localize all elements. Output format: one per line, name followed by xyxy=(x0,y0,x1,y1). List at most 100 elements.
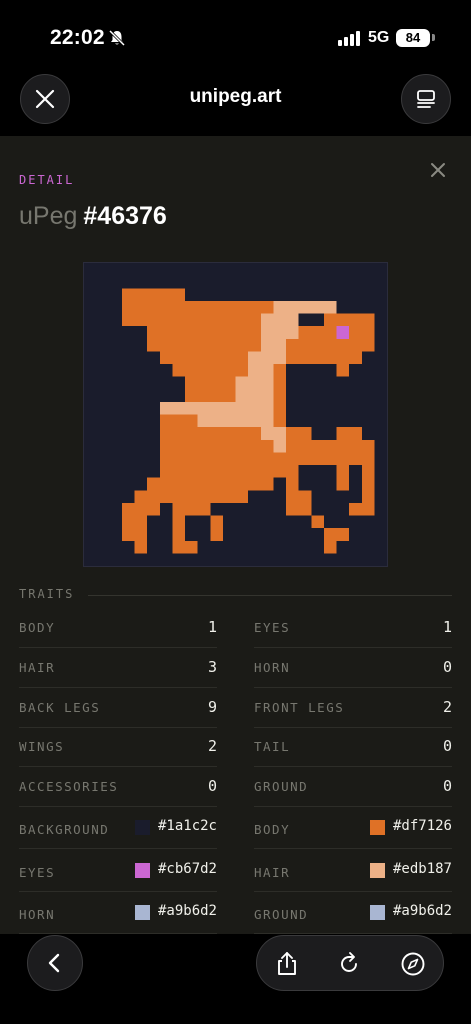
tabs-menu-button[interactable] xyxy=(401,74,451,124)
pixel xyxy=(159,401,249,415)
color-trait-row: EYES #cb67d2 xyxy=(19,849,217,892)
pixel xyxy=(361,490,375,503)
pixel xyxy=(336,465,350,478)
pixel xyxy=(323,528,350,541)
pixel xyxy=(286,477,299,491)
bell-slash-icon xyxy=(108,29,126,47)
color-trait-row: BODY #df7126 xyxy=(254,806,452,849)
trait-value: 0 xyxy=(442,657,452,676)
trait-name: BACK LEGS xyxy=(19,699,101,715)
trait-value: 1 xyxy=(442,618,452,636)
pixel xyxy=(121,515,148,529)
pixel xyxy=(286,439,375,453)
color-swatch xyxy=(369,862,385,878)
pixel xyxy=(248,401,274,415)
action-pill xyxy=(256,935,444,991)
color-swatch xyxy=(134,905,150,920)
trait-row: TAIL 0 xyxy=(254,727,452,768)
pixel xyxy=(286,502,312,516)
reload-button[interactable] xyxy=(335,950,363,978)
color-swatch xyxy=(369,905,385,920)
trait-row: WINGS 2 xyxy=(19,727,217,768)
pixel xyxy=(323,326,337,339)
pixel xyxy=(134,490,249,503)
back-button[interactable] xyxy=(27,935,83,991)
pixel xyxy=(273,414,286,428)
trait-value: 9 xyxy=(207,697,217,716)
trait-row: GROUND 0 xyxy=(254,767,452,808)
detail-page: DETAIL uPeg #46376 TRAITS BODY 1 EYES 1 HAIR 3… xyxy=(0,136,471,934)
pixel xyxy=(172,502,211,516)
trait-name: EYES xyxy=(19,864,56,880)
trait-value: 0 xyxy=(442,737,452,756)
pixel xyxy=(286,351,362,364)
pixel xyxy=(159,465,299,478)
trait-name: GROUND xyxy=(254,907,309,922)
pixel xyxy=(260,427,286,440)
pixel xyxy=(273,389,286,402)
pixel xyxy=(210,528,223,541)
trait-name: FRONT LEGS xyxy=(254,699,345,715)
trait-name: HAIR xyxy=(254,864,291,880)
traits-heading: TRAITS xyxy=(19,587,75,601)
pixel xyxy=(311,515,324,529)
pixel xyxy=(172,364,261,377)
pixel xyxy=(273,376,286,390)
trait-value: 2 xyxy=(207,737,217,756)
battery-level: 84 xyxy=(396,29,430,47)
pixel xyxy=(185,389,236,402)
trait-value: #df7126 xyxy=(392,818,452,834)
trait-row: BACK LEGS 9 xyxy=(19,688,217,728)
chevron-left-icon xyxy=(48,953,60,973)
reload-icon xyxy=(341,952,357,972)
trait-row: ACCESSORIES 0 xyxy=(19,767,217,808)
share-button[interactable] xyxy=(273,950,301,978)
pixel xyxy=(235,389,274,402)
trait-row: HAIR 3 xyxy=(19,648,217,688)
compass-icon xyxy=(401,952,425,976)
close-detail-icon[interactable] xyxy=(428,160,448,180)
pegasus-image xyxy=(121,288,375,554)
trait-name: TAIL xyxy=(254,739,291,755)
browser-header: unipeg.art xyxy=(0,72,471,136)
trait-value: 1 xyxy=(207,618,217,636)
color-swatch xyxy=(369,820,385,835)
pixel xyxy=(248,414,274,428)
trait-row: EYES 1 xyxy=(254,608,452,648)
trait-name: ACCESSORIES xyxy=(19,779,119,795)
trait-value: #a9b6d2 xyxy=(157,903,217,919)
trait-value: 0 xyxy=(207,777,217,796)
pixel xyxy=(260,326,299,339)
pixel xyxy=(172,528,185,541)
pixel xyxy=(273,439,286,453)
pixel xyxy=(298,326,324,339)
title-prefix: uPeg xyxy=(19,202,78,230)
title-number: #46376 xyxy=(83,202,167,230)
pegasus-artwork xyxy=(83,262,388,567)
pixel xyxy=(159,414,198,428)
detail-eyebrow: DETAIL xyxy=(19,173,75,187)
pixel xyxy=(286,490,312,503)
pixel xyxy=(286,427,312,440)
pixel xyxy=(121,502,160,516)
trait-row: FRONT LEGS 2 xyxy=(254,688,452,728)
trait-name: HORN xyxy=(19,907,56,922)
compass-button[interactable] xyxy=(399,950,427,978)
pixel xyxy=(336,364,350,377)
trait-value: 3 xyxy=(207,657,217,676)
pixel xyxy=(159,351,261,364)
color-swatch xyxy=(134,862,150,878)
trait-value: #cb67d2 xyxy=(157,860,217,877)
status-bar: 22:02 5G 84 xyxy=(0,0,471,72)
trait-name: BACKGROUND xyxy=(19,822,110,837)
network-type: 5G xyxy=(368,29,390,46)
trait-name: HORN xyxy=(254,659,291,675)
pixel xyxy=(235,376,274,390)
pixel xyxy=(336,427,362,440)
trait-value: #1a1c2c xyxy=(157,818,217,834)
pixel xyxy=(323,313,375,327)
trait-name: GROUND xyxy=(254,779,309,795)
color-trait-row: GROUND #a9b6d2 xyxy=(254,891,452,934)
pixel xyxy=(134,540,148,554)
pixel xyxy=(273,401,286,415)
